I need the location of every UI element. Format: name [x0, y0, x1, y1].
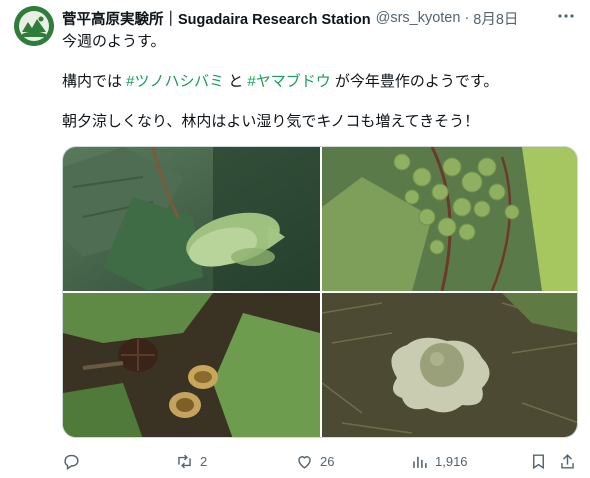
text-prefix: 構内では — [62, 73, 127, 90]
more-icon[interactable] — [556, 6, 576, 26]
view-count: 1,916 — [435, 453, 468, 469]
bookmark-button[interactable] — [529, 448, 548, 474]
media-grid[interactable] — [62, 146, 578, 438]
action-bar: 2 26 1,916 — [62, 448, 578, 474]
retweet-icon — [178, 454, 191, 468]
views-button[interactable]: 1,916 — [410, 448, 468, 474]
text-line-2: 構内では #ツノハシバミ と #ヤマブドウ が今年豊作のようです。 — [62, 72, 572, 92]
views-icon — [413, 456, 427, 468]
post-date[interactable]: 8月8日 — [473, 8, 518, 29]
station-logo — [14, 6, 54, 46]
reply-button[interactable] — [62, 448, 87, 474]
mushroom-photo[interactable] — [63, 293, 320, 437]
like-count: 26 — [320, 453, 335, 469]
share-icon — [561, 453, 574, 469]
share-button[interactable] — [558, 448, 577, 474]
like-icon — [298, 455, 311, 469]
text-suffix: が今年豊作のようです。 — [330, 73, 499, 90]
bookmark-icon — [533, 453, 544, 469]
author-handle[interactable]: @srs_kyoten — [376, 10, 461, 26]
author-name[interactable]: 菅平高原実験所｜Sugadaira Research Station — [62, 8, 371, 29]
like-button[interactable]: 26 — [295, 448, 334, 474]
tweet-text: 今週のようす。 構内では #ツノハシバミ と #ヤマブドウ が今年豊作のようです… — [62, 32, 572, 132]
text-line-1: 今週のようす。 — [62, 33, 166, 50]
text-mid: と — [224, 73, 248, 90]
tweet-header: 菅平高原実験所｜Sugadaira Research Station @srs_… — [62, 8, 570, 28]
retweet-button[interactable]: 2 — [175, 448, 207, 474]
text-line-3: 朝夕涼しくなり、林内はよい湿り気でキノコも増えてきそう！ — [62, 113, 480, 130]
avatar[interactable] — [14, 6, 54, 46]
separator: · — [464, 10, 470, 26]
reply-icon — [64, 454, 79, 470]
hashtag-hazelnut[interactable]: #ツノハシバミ — [126, 73, 224, 90]
hazelnut-photo[interactable] — [63, 147, 320, 291]
hashtag-grape[interactable]: #ヤマブドウ — [247, 73, 330, 90]
grape-photo[interactable] — [322, 147, 577, 291]
earthstar-photo[interactable] — [322, 293, 577, 437]
retweet-count: 2 — [200, 453, 208, 469]
